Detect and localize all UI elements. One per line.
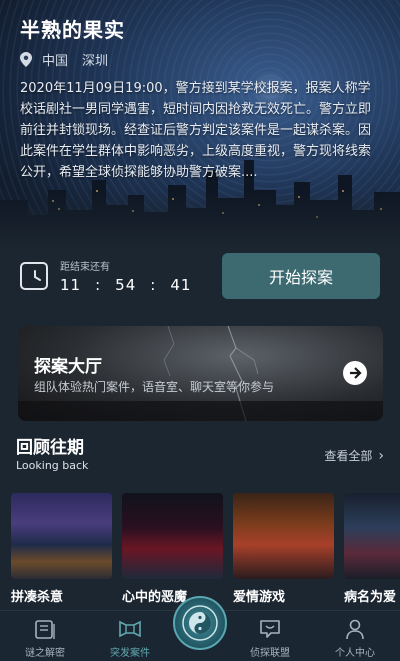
case-thumbnail-image	[344, 493, 400, 579]
nav-label: 谜之解密	[25, 648, 65, 659]
case-card-title: 病名为爱	[344, 590, 397, 603]
case-hero-banner[interactable]: 半熟的果实 中国 深圳 2020年11月09日19:00，警方接到某学校报案，报…	[0, 0, 400, 250]
arrow-right-icon[interactable]	[343, 361, 367, 385]
hall-title: 探案大厅	[34, 357, 102, 377]
investigation-hall-banner[interactable]: 探案大厅 组队体验热门案件，语音室、聊天室等你参与	[18, 326, 383, 421]
review-section-subtitle: Looking back	[16, 459, 89, 472]
countdown-hours: 11	[60, 276, 82, 294]
case-card-title: 拼凑杀意	[11, 590, 64, 603]
case-card-title: 爱情游戏	[233, 590, 286, 603]
case-title: 半熟的果实	[20, 18, 125, 42]
nav-item-detective-league[interactable]: 侦探联盟	[235, 617, 305, 659]
nav-label: 侦探联盟	[250, 648, 290, 659]
case-thumbnail-image	[233, 493, 334, 579]
hero-fade-overlay	[0, 190, 400, 250]
nav-item-sudden-case[interactable]: 突发案件	[95, 617, 165, 659]
past-case-card[interactable]: 心中的恶魔	[122, 493, 223, 603]
nav-item-profile[interactable]: 个人中心	[320, 617, 390, 659]
case-location: 中国 深圳	[20, 50, 108, 69]
chat-icon	[235, 617, 305, 641]
start-investigation-button[interactable]: 开始探案	[222, 253, 380, 299]
past-cases-carousel[interactable]: 拼凑杀意 心中的恶魔 爱情游戏 病名为爱	[11, 493, 400, 603]
clock-icon	[20, 262, 48, 290]
nav-label: 突发案件	[110, 648, 150, 659]
countdown-minutes: 54	[115, 276, 137, 294]
review-section-title: 回顾往期	[16, 438, 84, 458]
past-case-card[interactable]: 爱情游戏	[233, 493, 334, 603]
countdown-separator: :	[150, 276, 157, 294]
past-case-card[interactable]: 拼凑杀意	[11, 493, 112, 603]
case-description: 2020年11月09日19:00，警方接到某学校报案，报案人称学校话剧社一男同学…	[20, 81, 372, 180]
yin-yang-icon	[182, 605, 218, 641]
location-country: 中国	[42, 54, 69, 69]
countdown-timer: 距结束还有 11 : 54 : 41	[20, 258, 191, 294]
countdown-separator: :	[95, 276, 102, 294]
chevron-right-icon: ›	[378, 447, 384, 464]
countdown-time: 11 : 54 : 41	[60, 276, 191, 294]
location-city: 深圳	[82, 54, 109, 69]
book-icon	[10, 617, 80, 641]
past-case-card[interactable]: 病名为爱	[344, 493, 400, 603]
user-icon	[320, 617, 390, 641]
hall-subtitle: 组队体验热门案件，语音室、聊天室等你参与	[34, 380, 275, 394]
nav-item-puzzle[interactable]: 谜之解密	[10, 617, 80, 659]
case-thumbnail-image	[11, 493, 112, 579]
location-pin-icon	[20, 52, 32, 67]
view-all-label: 查看全部	[324, 449, 373, 463]
film-icon	[95, 617, 165, 641]
center-action-button[interactable]	[173, 596, 227, 650]
countdown-label: 距结束还有	[60, 262, 110, 273]
nav-label: 个人中心	[335, 648, 375, 659]
countdown-seconds: 41	[170, 276, 192, 294]
view-all-link[interactable]: 查看全部 ›	[324, 447, 384, 464]
case-thumbnail-image	[122, 493, 223, 579]
